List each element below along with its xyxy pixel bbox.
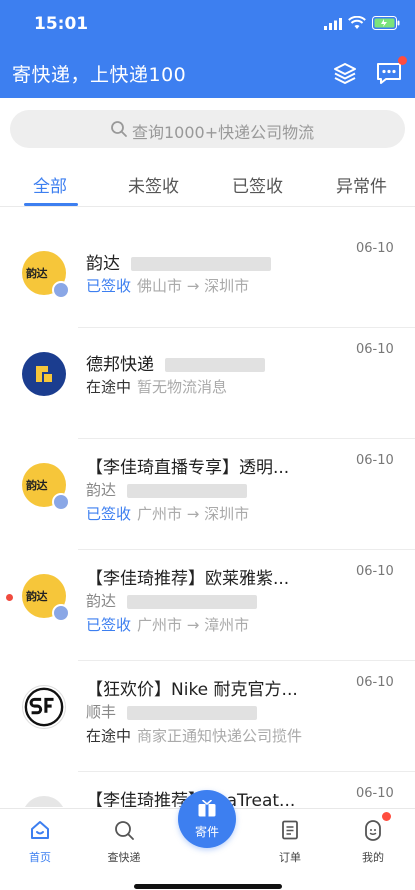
title-text: 韵达 <box>86 254 120 274</box>
nav-orders-label: 订单 <box>279 851 301 864</box>
profile-icon <box>365 820 381 841</box>
search-icon <box>115 821 134 840</box>
masked-tracking-number <box>126 483 247 498</box>
shipment-route: 暂无物流消息 <box>137 378 228 396</box>
status-time: 15:01 <box>34 14 89 34</box>
shipment-status-line: 在途中 商家正通知快递公司揽件 <box>86 725 302 746</box>
nav-home-label: 首页 <box>29 851 51 864</box>
wifi-icon <box>348 16 366 29</box>
shipment-status: 在途中 <box>86 378 132 396</box>
shipment-list[interactable]: 韵达 韵达 已签收 佛山市 → 深圳市 06-10 德邦快递 在途中 暂无物流消息 … <box>0 207 415 807</box>
logo-text: 韵达 <box>26 479 48 492</box>
nav-mine[interactable]: 我的 <box>343 809 403 879</box>
unread-dot <box>6 594 13 601</box>
sf-logo-mark <box>24 687 64 727</box>
shipment-carrier-line: 韵达 <box>86 590 257 611</box>
shipment-date: 06-10 <box>356 786 394 801</box>
shipment-title: 德邦快递 <box>86 350 266 375</box>
verified-check-icon <box>52 604 70 622</box>
verified-check-icon <box>52 281 70 299</box>
masked-tracking-number <box>131 257 272 271</box>
shipment-carrier-line: 顺丰 <box>86 701 257 722</box>
masked-tracking-number <box>126 594 257 609</box>
battery-icon <box>372 16 400 30</box>
shipment-date: 06-10 <box>356 564 394 579</box>
app-header: 15:01 寄快递，上快递100 <box>0 0 415 98</box>
home-icon <box>31 821 49 839</box>
shipment-route: 广州市 → 深圳市 <box>137 505 250 523</box>
search-bar[interactable]: 查询1000+快递公司物流 <box>10 110 405 148</box>
nav-track[interactable]: 查快递 <box>94 809 154 879</box>
cellular-signal-icon <box>324 18 342 30</box>
shipment-status: 已签收 <box>86 505 132 523</box>
masked-tracking-number <box>126 705 257 720</box>
search-icon <box>111 121 127 137</box>
shipment-title: 【狂欢价】Nike 耐克官方... <box>86 680 298 700</box>
status-tabs: 全部 未签收 已签收 异常件 <box>0 160 415 206</box>
shipment-title: 【李佳琦直播专享】透明... <box>86 458 290 478</box>
list-item[interactable]: 韵达 【李佳琦推荐】欧莱雅紫... 韵达 已签收 广州市 → 漳州市 06-10 <box>0 550 415 661</box>
masked-tracking-number <box>165 358 266 372</box>
send-package-label: 寄件 <box>194 825 219 839</box>
carrier-logo <box>22 796 66 807</box>
tab-all[interactable]: 全部 <box>33 172 67 197</box>
shipment-status-line: 已签收 广州市 → 漳州市 <box>86 614 249 635</box>
tab-exception[interactable]: 异常件 <box>336 172 387 197</box>
shipment-date: 06-10 <box>356 241 394 256</box>
shipment-route: 商家正通知快递公司揽件 <box>137 727 303 745</box>
logo-text: 韵达 <box>26 590 48 603</box>
shipment-carrier: 韵达 <box>86 481 117 499</box>
shipment-title: 【李佳琦推荐】欧莱雅紫... <box>86 569 290 589</box>
shipment-date: 06-10 <box>356 675 394 690</box>
title-text: 德邦快递 <box>86 355 154 375</box>
list-item[interactable]: 韵达 【李佳琦直播专享】透明... 韵达 已签收 广州市 → 深圳市 06-10 <box>0 439 415 550</box>
home-indicator <box>134 884 282 889</box>
shipment-route: 广州市 → 漳州市 <box>137 616 250 634</box>
logo-text: 韵达 <box>26 267 48 280</box>
debang-logo-mark <box>36 366 52 382</box>
shipment-carrier: 韵达 <box>86 592 117 610</box>
shipment-carrier-line: 韵达 <box>86 479 247 500</box>
shipment-status: 在途中 <box>86 727 132 745</box>
shipment-date: 06-10 <box>356 342 394 357</box>
yunda-logo: 韵达 <box>22 574 70 622</box>
yunda-logo: 韵达 <box>22 463 70 511</box>
profile-badge-dot <box>382 812 391 821</box>
list-item[interactable]: 【狂欢价】Nike 耐克官方... 顺丰 在途中 商家正通知快递公司揽件 06-1… <box>0 661 415 772</box>
shipment-title: 韵达 <box>86 249 272 274</box>
nav-home[interactable]: 首页 <box>10 809 70 879</box>
page-title: 寄快递，上快递100 <box>12 64 187 86</box>
shipment-date: 06-10 <box>356 453 394 468</box>
tab-signed[interactable]: 已签收 <box>232 172 283 197</box>
search-placeholder: 查询1000+快递公司物流 <box>132 123 315 142</box>
yunda-logo: 韵达 <box>22 251 70 299</box>
debang-logo <box>22 352 66 396</box>
nav-mine-label: 我的 <box>362 851 384 864</box>
shipment-status-line: 在途中 暂无物流消息 <box>86 376 227 397</box>
nav-track-label: 查快递 <box>107 851 141 864</box>
shipment-route: 佛山市 → 深圳市 <box>137 277 250 295</box>
shipment-status-line: 已签收 佛山市 → 深圳市 <box>86 275 249 296</box>
shipment-status-line: 已签收 广州市 → 深圳市 <box>86 503 249 524</box>
verified-check-icon <box>52 493 70 511</box>
shipment-status: 已签收 <box>86 616 132 634</box>
layers-icon[interactable] <box>332 60 358 86</box>
shipment-carrier: 顺丰 <box>86 703 117 721</box>
orders-icon <box>282 820 298 840</box>
nav-orders[interactable]: 订单 <box>260 809 320 879</box>
list-item[interactable]: 韵达 韵达 已签收 佛山市 → 深圳市 06-10 <box>0 217 415 328</box>
list-item[interactable]: 德邦快递 在途中 暂无物流消息 06-10 <box>0 328 415 439</box>
tab-unsigned[interactable]: 未签收 <box>128 172 179 197</box>
status-bar: 15:01 <box>0 0 415 48</box>
send-package-button[interactable]: 寄件 <box>178 790 236 848</box>
shipment-status: 已签收 <box>86 277 132 295</box>
sf-logo <box>22 685 66 729</box>
package-icon <box>198 800 216 817</box>
message-badge-dot <box>398 56 407 65</box>
